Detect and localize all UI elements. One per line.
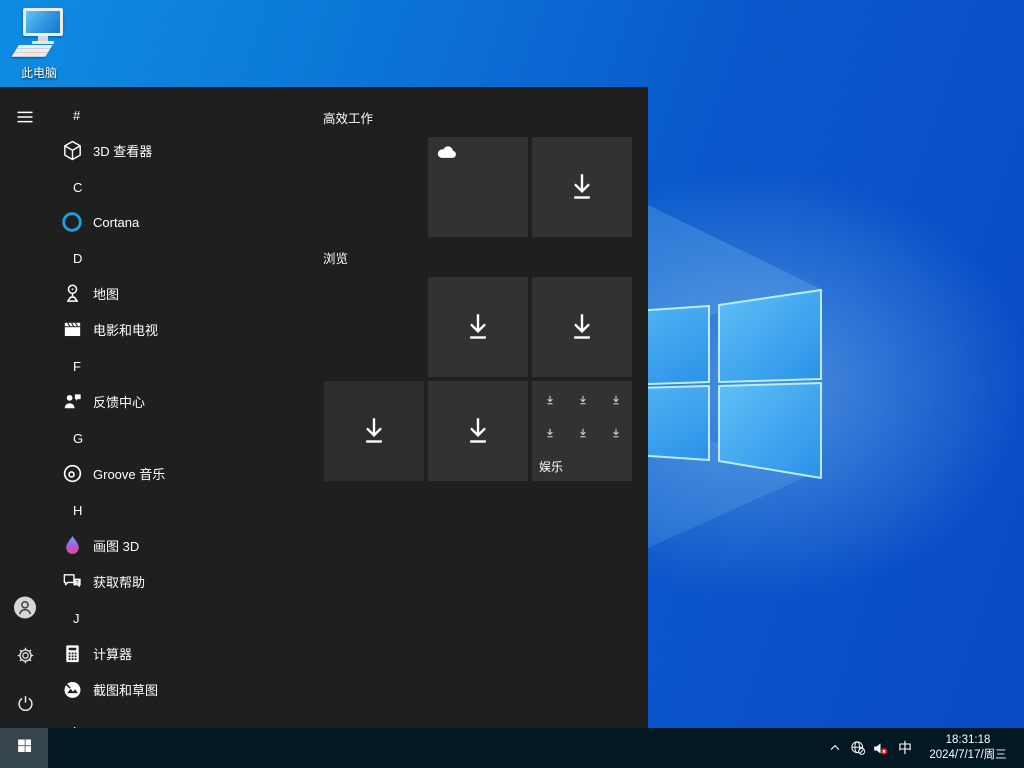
windows-logo-icon [16, 737, 33, 759]
clock-date: 2024/7/17/周三 [929, 748, 1006, 763]
taskbar: 中 18:31:18 2024/7/17/周三 [0, 728, 1024, 768]
taskbar-clock[interactable]: 18:31:18 2024/7/17/周三 [920, 728, 1016, 768]
ime-indicator[interactable]: 中 [892, 728, 918, 768]
download-arrow-icon [610, 426, 622, 438]
download-arrow-icon [544, 393, 556, 405]
desktop: 此电脑 # 3D 查看器 C [0, 0, 1024, 768]
download-arrow-icon [564, 169, 600, 205]
folder-mini-tiles [536, 385, 628, 451]
download-arrow-icon [544, 426, 556, 438]
globe-no-internet-icon[interactable] [846, 728, 870, 768]
monitor-shape [23, 8, 63, 36]
download-arrow-icon [610, 393, 622, 405]
download-arrow-icon [356, 413, 392, 449]
tile-section-title[interactable]: 浏览 [323, 248, 348, 267]
tile-onedrive[interactable] [428, 137, 528, 237]
chevron-up-icon[interactable] [823, 728, 847, 768]
tile-folder-entertainment[interactable]: 娱乐 [532, 381, 632, 481]
tile-pending-download[interactable] [532, 137, 632, 237]
download-arrow-icon [564, 309, 600, 345]
tile-pending-download[interactable] [324, 381, 424, 481]
clock-time: 18:31:18 [946, 733, 991, 748]
tile-section-title[interactable]: 高效工作 [323, 108, 373, 127]
folder-tile-label: 娱乐 [539, 458, 563, 475]
start-menu-tiles: 高效工作 浏览 [0, 87, 648, 728]
speaker-muted-icon[interactable] [868, 728, 892, 768]
download-arrow-icon [577, 393, 589, 405]
tile-pending-download[interactable] [428, 277, 528, 377]
tile-pending-download[interactable] [532, 277, 632, 377]
monitor-base-shape [32, 41, 54, 44]
this-pc-icon [6, 6, 72, 60]
download-arrow-icon [460, 309, 496, 345]
onedrive-cloud-icon [436, 145, 458, 159]
keyboard-shape [11, 45, 52, 57]
start-button[interactable] [0, 728, 48, 768]
download-arrow-icon [460, 413, 496, 449]
start-menu: # 3D 查看器 C Cortana D 地图 [0, 87, 648, 728]
download-arrow-icon [577, 426, 589, 438]
desktop-icon-label: 此电脑 [6, 64, 72, 81]
tile-pending-download[interactable] [428, 381, 528, 481]
desktop-icon-this-pc[interactable]: 此电脑 [6, 6, 72, 81]
